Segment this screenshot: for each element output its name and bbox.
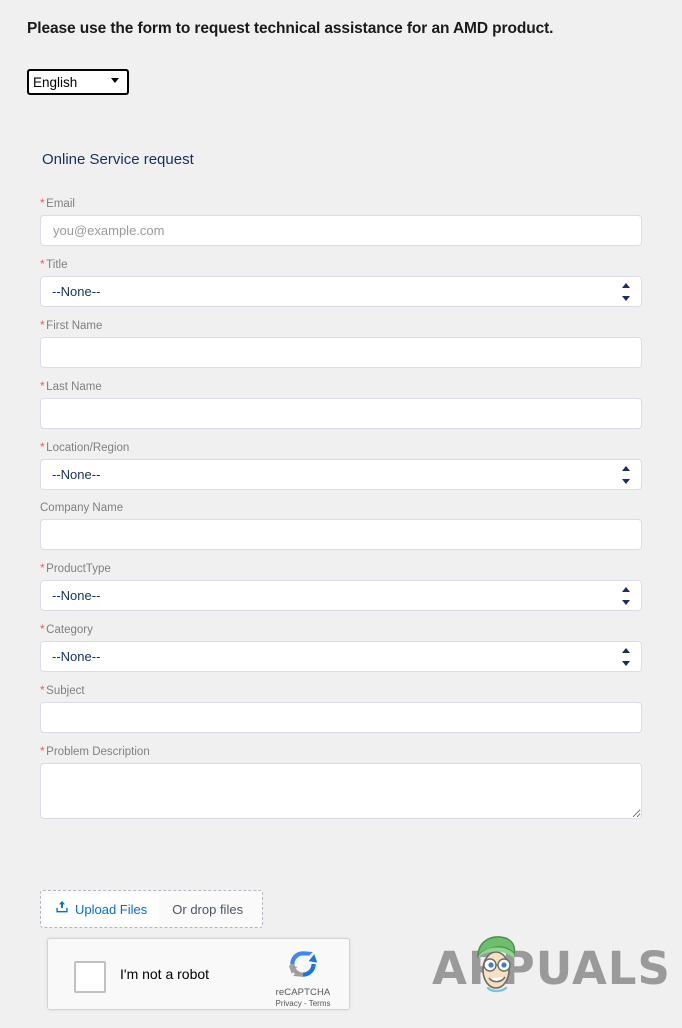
field-label-subject: *Subject xyxy=(40,683,642,702)
problem-description-textarea[interactable] xyxy=(40,763,642,819)
title-select[interactable]: --None-- xyxy=(40,276,642,307)
spacer xyxy=(40,550,642,561)
company-name-input[interactable] xyxy=(40,519,642,550)
field-label-email: *Email xyxy=(40,196,642,215)
form-fields: *Email *Title --None-- *First Name *Last… xyxy=(40,196,642,819)
field-label-product-type: *ProductType xyxy=(40,561,642,580)
recaptcha-label: I'm not a robot xyxy=(120,966,209,982)
field-category: *Category --None-- xyxy=(40,622,642,672)
field-first-name: *First Name xyxy=(40,318,642,368)
field-problem-description: *Problem Description xyxy=(40,744,642,819)
label-text: ProductType xyxy=(46,563,111,575)
product-type-select[interactable]: --None-- xyxy=(40,580,642,611)
category-select-wrapper[interactable]: --None-- xyxy=(40,641,642,672)
spacer xyxy=(40,307,642,318)
location-region-select-wrapper[interactable]: --None-- xyxy=(40,459,642,490)
spacer xyxy=(40,672,642,683)
spacer xyxy=(40,733,642,744)
category-select[interactable]: --None-- xyxy=(40,641,642,672)
spacer xyxy=(40,490,642,501)
appuals-watermark: APPUALS xyxy=(432,938,647,1000)
last-name-input[interactable] xyxy=(40,398,642,429)
service-request-form: Online Service request *Email *Title --N… xyxy=(0,150,682,819)
recaptcha-checkbox[interactable] xyxy=(74,961,106,993)
upload-files-button[interactable]: Upload Files xyxy=(45,894,159,924)
recaptcha-branding: reCAPTCHA Privacy - Terms xyxy=(270,947,336,1008)
label-text: Last Name xyxy=(46,381,102,393)
field-label-location-region: *Location/Region xyxy=(40,440,642,459)
recaptcha-privacy-terms[interactable]: Privacy - Terms xyxy=(270,999,336,1008)
upload-icon xyxy=(55,900,69,919)
email-input[interactable] xyxy=(40,215,642,246)
product-type-select-wrapper[interactable]: --None-- xyxy=(40,580,642,611)
field-product-type: *ProductType --None-- xyxy=(40,561,642,611)
page-title: Please use the form to request technical… xyxy=(27,20,553,38)
field-label-first-name: *First Name xyxy=(40,318,642,337)
field-last-name: *Last Name xyxy=(40,379,642,429)
file-upload-dropzone[interactable]: Upload Files Or drop files xyxy=(40,890,263,928)
appuals-mascot-icon xyxy=(470,934,522,996)
label-text: Location/Region xyxy=(46,442,129,454)
field-title: *Title --None-- xyxy=(40,257,642,307)
label-text: Company Name xyxy=(40,502,123,514)
field-label-last-name: *Last Name xyxy=(40,379,642,398)
spacer xyxy=(40,246,642,257)
drop-files-text: Or drop files xyxy=(159,902,243,917)
field-label-company-name: Company Name xyxy=(40,501,642,519)
field-email: *Email xyxy=(40,196,642,246)
first-name-input[interactable] xyxy=(40,337,642,368)
language-selector[interactable]: English xyxy=(27,69,129,95)
form-section-title: Online Service request xyxy=(42,150,682,170)
label-text: Email xyxy=(46,198,75,210)
spacer xyxy=(40,429,642,440)
language-select[interactable]: English xyxy=(27,69,129,95)
label-text: Category xyxy=(46,624,93,636)
spacer xyxy=(40,368,642,379)
field-label-category: *Category xyxy=(40,622,642,641)
recaptcha-logo-icon xyxy=(286,947,320,981)
label-text: First Name xyxy=(46,320,102,332)
watermark-text: APPUALS xyxy=(432,942,671,995)
field-label-title: *Title xyxy=(40,257,642,276)
spacer xyxy=(40,611,642,622)
field-subject: *Subject xyxy=(40,683,642,733)
field-label-problem-description: *Problem Description xyxy=(40,744,642,763)
label-text: Problem Description xyxy=(46,746,150,758)
recaptcha-widget[interactable]: I'm not a robot reCAPTCHA Privacy - Term… xyxy=(47,938,350,1010)
label-text: Subject xyxy=(46,685,84,697)
subject-input[interactable] xyxy=(40,702,642,733)
field-location-region: *Location/Region --None-- xyxy=(40,440,642,490)
upload-files-label: Upload Files xyxy=(75,902,147,917)
field-company-name: Company Name xyxy=(40,501,642,550)
location-region-select[interactable]: --None-- xyxy=(40,459,642,490)
title-select-wrapper[interactable]: --None-- xyxy=(40,276,642,307)
recaptcha-brand-text: reCAPTCHA xyxy=(270,987,336,998)
label-text: Title xyxy=(46,259,67,271)
